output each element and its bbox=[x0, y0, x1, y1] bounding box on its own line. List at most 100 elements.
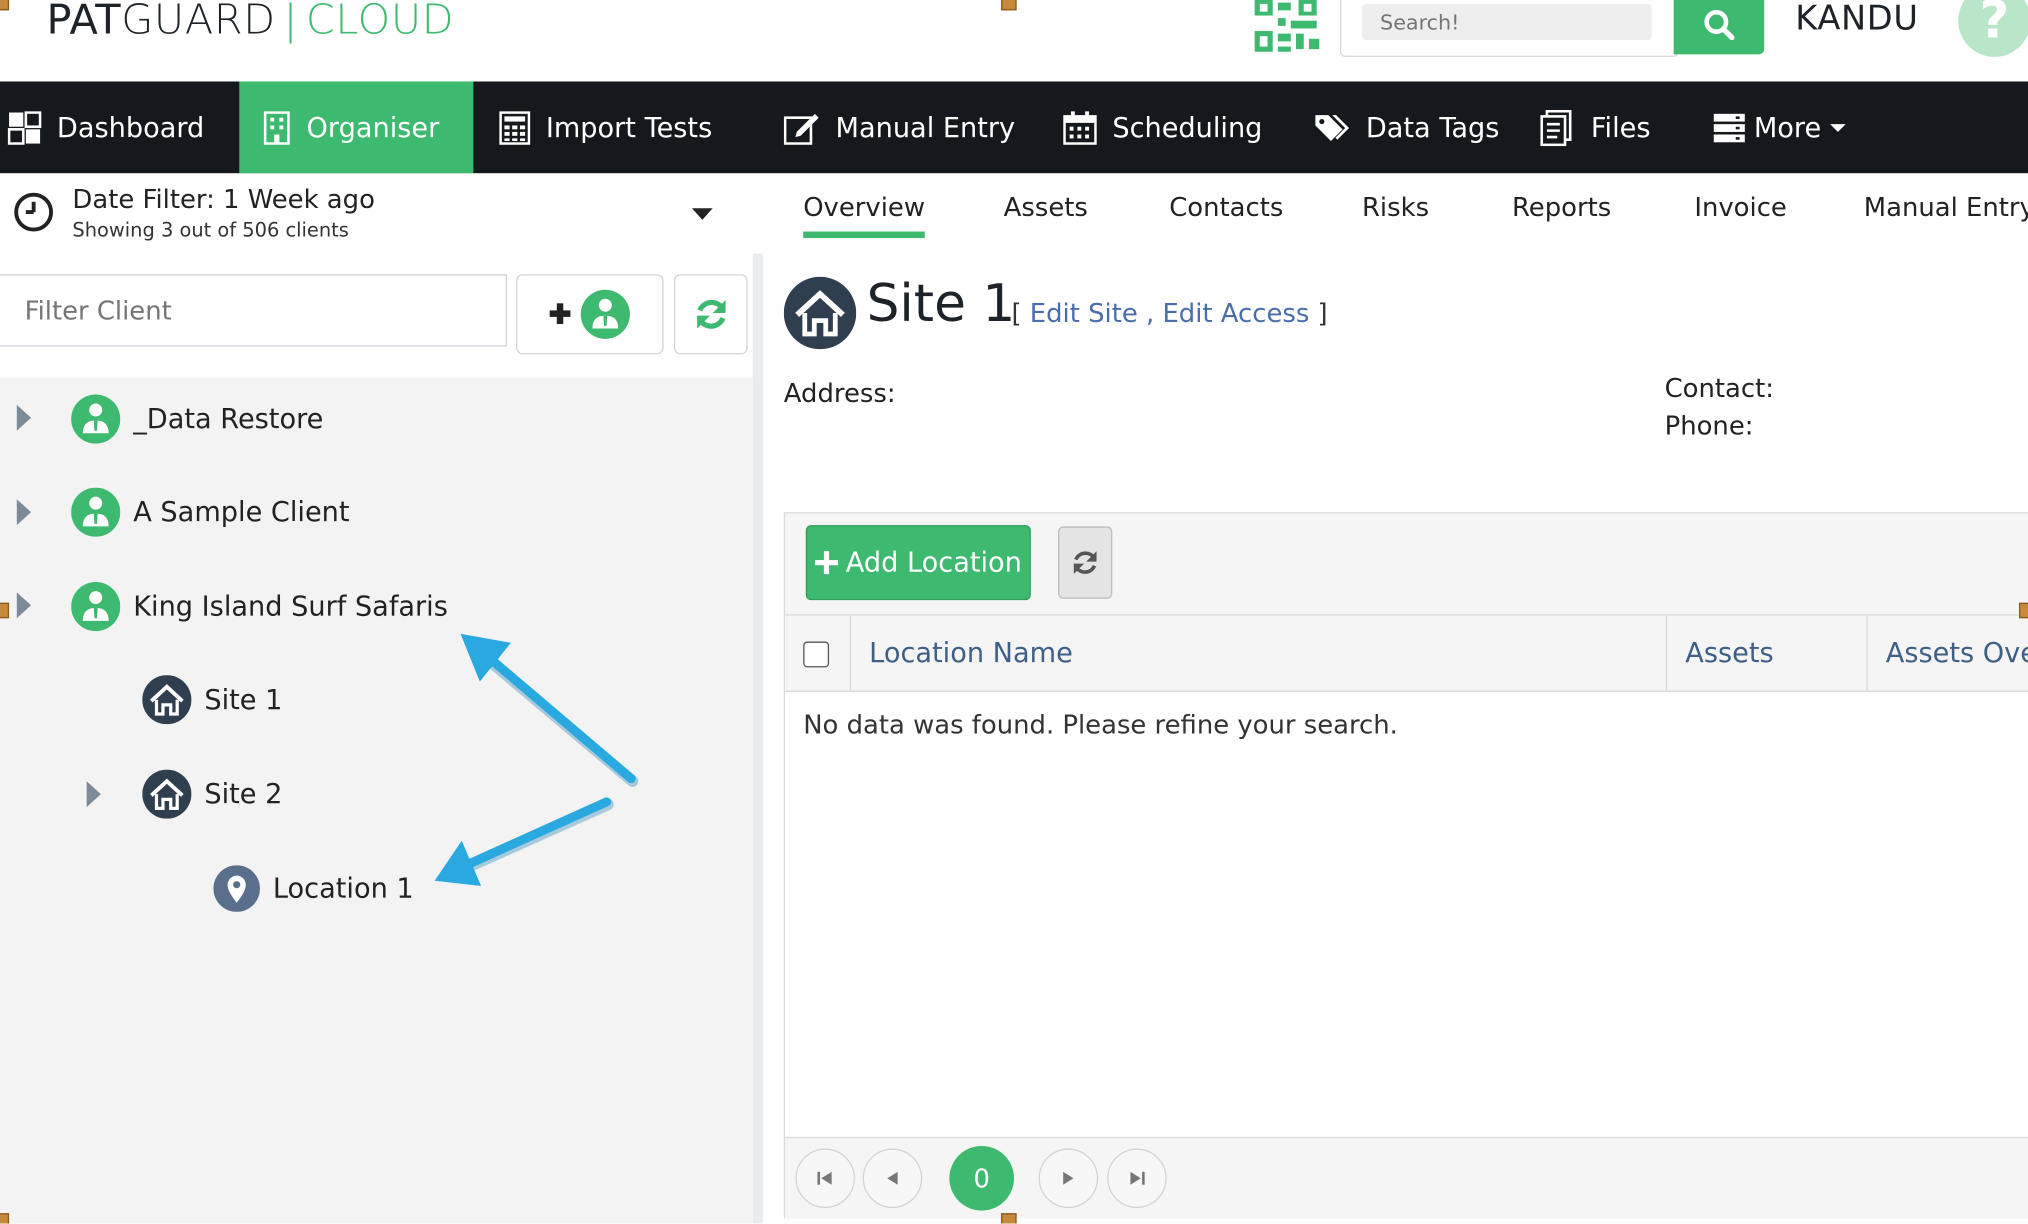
column-location-name[interactable]: Location Name bbox=[849, 615, 1666, 691]
tree-item-location-1[interactable]: Location 1 bbox=[213, 863, 414, 915]
tree-item-a-sample-client[interactable]: A Sample Client bbox=[71, 486, 350, 538]
tab-reports[interactable]: Reports bbox=[1512, 191, 1611, 222]
grid-header: Location Name Assets Assets Ove bbox=[785, 615, 2028, 692]
add-location-button[interactable]: Add Location bbox=[805, 525, 1031, 601]
help-icon[interactable]: ? bbox=[1958, 0, 2028, 57]
prev-page-button[interactable] bbox=[862, 1148, 923, 1209]
tree-item-site-1[interactable]: Site 1 bbox=[142, 674, 282, 726]
bracket-close: ] bbox=[1317, 297, 1328, 329]
qr-code-icon[interactable] bbox=[1254, 0, 1322, 54]
home-icon bbox=[142, 675, 192, 725]
refresh-icon bbox=[696, 299, 725, 329]
clock-icon bbox=[14, 192, 54, 232]
edit-site-link[interactable]: Edit Site bbox=[1030, 297, 1138, 328]
next-page-icon bbox=[1063, 1171, 1074, 1185]
nav-scheduling-label: Scheduling bbox=[1112, 111, 1263, 143]
prev-page-icon bbox=[887, 1171, 898, 1185]
logo-pat: PAT bbox=[46, 0, 122, 44]
nav-data-tags[interactable]: Data Tags bbox=[1314, 81, 1499, 173]
selection-handle bbox=[2018, 602, 2028, 619]
top-header: PATGUARD|CLOUD KANDU ? bbox=[0, 0, 2028, 82]
add-client-button[interactable] bbox=[516, 274, 664, 355]
select-all-checkbox[interactable] bbox=[803, 641, 830, 668]
tree-item-label: King Island Surf Safaris bbox=[133, 591, 448, 623]
expand-caret-icon[interactable] bbox=[16, 499, 32, 526]
selection-handle bbox=[1001, 1213, 1017, 1224]
edit-access-link[interactable]: Edit Access bbox=[1162, 297, 1309, 328]
selection-handle bbox=[0, 0, 10, 11]
expand-caret-icon[interactable] bbox=[16, 592, 32, 619]
selection-handle bbox=[0, 1213, 10, 1224]
search-input[interactable] bbox=[1361, 3, 1652, 41]
logo[interactable]: PATGUARD | CLOUD bbox=[47, 0, 455, 44]
logo-guard: GUARD bbox=[121, 0, 276, 44]
first-page-button[interactable] bbox=[795, 1148, 855, 1209]
calendar-icon bbox=[1063, 110, 1097, 145]
tree-item-label: Location 1 bbox=[272, 873, 414, 905]
site-home-icon bbox=[783, 276, 857, 350]
column-assets[interactable]: Assets bbox=[1665, 615, 1866, 691]
edit-icon bbox=[783, 113, 819, 145]
caret-down-icon bbox=[1830, 123, 1846, 132]
filter-client-input[interactable] bbox=[0, 274, 508, 347]
nav-scheduling[interactable]: Scheduling bbox=[1063, 81, 1262, 173]
tab-manual-entry[interactable]: Manual Entry bbox=[1864, 191, 2028, 222]
date-filter-dropdown-icon[interactable] bbox=[691, 207, 714, 223]
locations-panel: Add Location Location Name Assets Assets… bbox=[783, 512, 2028, 1219]
tree-item-site-2[interactable]: Site 2 bbox=[142, 768, 282, 820]
nav-more-label: More bbox=[1753, 111, 1822, 143]
nav-manual-entry[interactable]: Manual Entry bbox=[783, 81, 1015, 173]
calculator-icon bbox=[499, 110, 531, 145]
expand-caret-icon[interactable] bbox=[86, 781, 101, 808]
first-page-icon bbox=[817, 1171, 832, 1185]
tree-item-king-island-surf-safaris[interactable]: King Island Surf Safaris bbox=[71, 581, 448, 633]
pane-divider[interactable] bbox=[752, 253, 764, 1224]
logo-separator: | bbox=[283, 0, 299, 44]
tree-item-label: Site 2 bbox=[204, 778, 283, 810]
page: PATGUARD|CLOUD KANDU ? bbox=[0, 0, 2028, 1224]
nav-dashboard-label: Dashboard bbox=[56, 111, 205, 143]
last-page-button[interactable] bbox=[1107, 1148, 1167, 1209]
refresh-clients-button[interactable] bbox=[673, 274, 748, 355]
next-page-button[interactable] bbox=[1038, 1148, 1099, 1209]
tab-assets[interactable]: Assets bbox=[1004, 191, 1088, 222]
tab-invoice[interactable]: Invoice bbox=[1694, 191, 1786, 222]
sub-bar: Date Filter: 1 Week ago Showing 3 out of… bbox=[0, 173, 2028, 255]
tags-icon bbox=[1315, 114, 1350, 141]
user-name[interactable]: KANDU bbox=[1795, 0, 1918, 39]
tree-item-label: Site 1 bbox=[204, 684, 283, 716]
dashboard-icon bbox=[7, 110, 42, 145]
nav-organiser-label: Organiser bbox=[306, 111, 440, 143]
nav-import-tests[interactable]: Import Tests bbox=[499, 81, 712, 173]
tree-item-label: _Data Restore bbox=[133, 403, 324, 435]
client-icon bbox=[71, 582, 121, 632]
nav-files-label: Files bbox=[1590, 111, 1651, 143]
nav-files[interactable]: Files bbox=[1539, 81, 1650, 173]
search-button[interactable] bbox=[1673, 0, 1765, 55]
site-detail-pane: Site 1 [ Edit Site , Edit Access ] Addre… bbox=[763, 253, 2028, 1224]
nav-more[interactable]: More bbox=[1712, 81, 1847, 173]
main-nav: Dashboard Organiser Import Tests Manual … bbox=[0, 81, 2028, 174]
map-pin-icon bbox=[213, 865, 260, 912]
home-icon bbox=[142, 769, 192, 819]
column-assets-overdue[interactable]: Assets Ove bbox=[1866, 615, 2028, 691]
contact-label-text: Contact bbox=[1664, 372, 1766, 404]
tab-overview[interactable]: Overview bbox=[803, 191, 926, 238]
nav-organiser[interactable]: Organiser bbox=[239, 81, 474, 174]
tab-risks[interactable]: Risks bbox=[1362, 191, 1429, 222]
client-pane: _Data Restore A Sample Client King Islan… bbox=[0, 253, 764, 1224]
add-location-label: Add Location bbox=[845, 547, 1022, 579]
site-title: Site 1 bbox=[866, 274, 1016, 334]
nav-dashboard[interactable]: Dashboard bbox=[7, 81, 205, 173]
pager: 0 bbox=[785, 1136, 2028, 1219]
refresh-locations-button[interactable] bbox=[1058, 526, 1113, 599]
tree-item-data-restore[interactable]: _Data Restore bbox=[71, 393, 323, 445]
search-icon bbox=[1704, 10, 1735, 41]
expand-caret-icon[interactable] bbox=[16, 404, 32, 431]
client-icon bbox=[71, 394, 121, 444]
tab-contacts[interactable]: Contacts bbox=[1169, 191, 1283, 222]
date-filter-title[interactable]: Date Filter: 1 Week ago bbox=[72, 184, 374, 215]
nav-data-tags-label: Data Tags bbox=[1365, 111, 1500, 143]
selection-handle bbox=[1001, 0, 1017, 11]
current-page[interactable]: 0 bbox=[949, 1145, 1015, 1211]
